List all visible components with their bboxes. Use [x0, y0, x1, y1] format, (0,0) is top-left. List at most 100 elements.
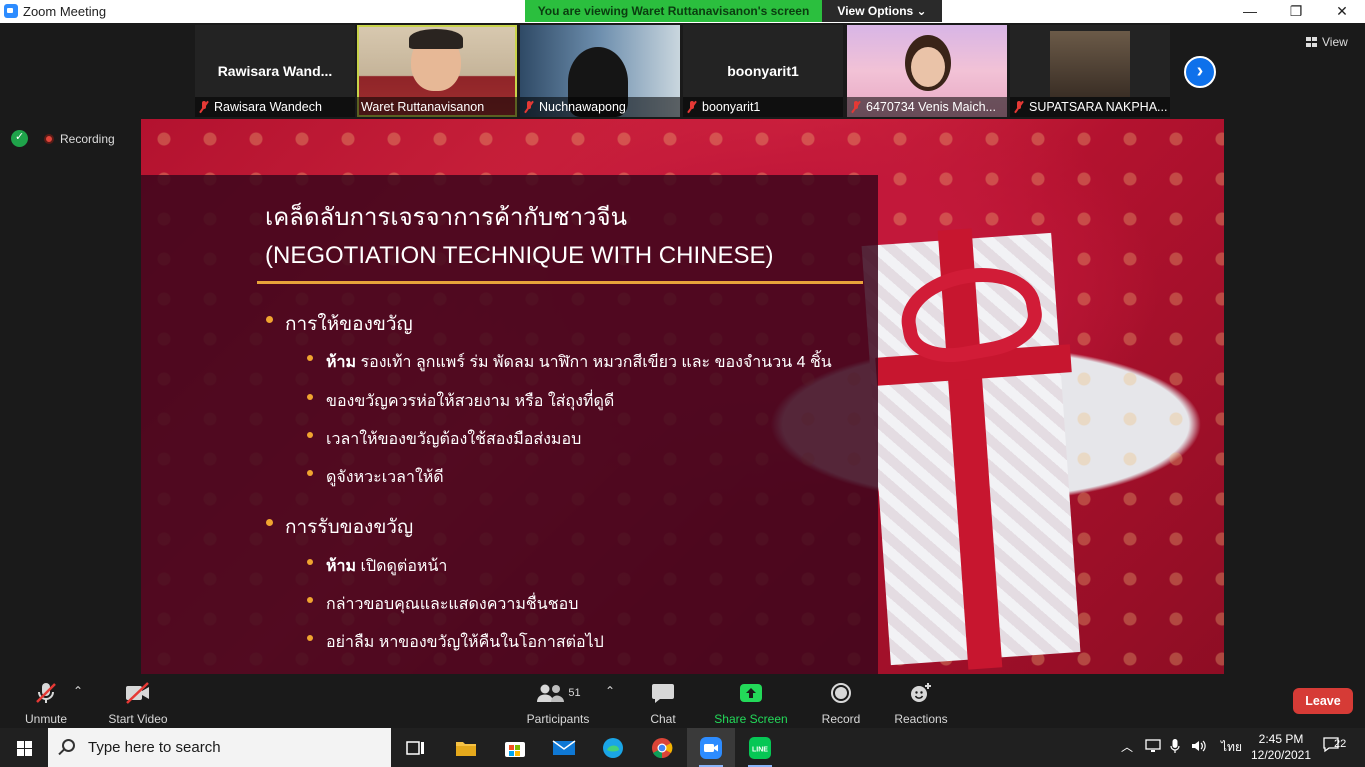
mic-muted-icon [851, 101, 861, 113]
share-screen-button[interactable]: Share Screen [713, 680, 789, 726]
participant-tile[interactable]: Nuchnawapong [520, 25, 680, 117]
volume-icon[interactable] [1191, 728, 1207, 767]
mic-muted-icon [687, 101, 697, 113]
audio-options-chevron-icon[interactable]: ⌃ [72, 684, 84, 698]
zoom-app-icon[interactable] [687, 728, 735, 767]
unmute-button[interactable]: Unmute [20, 680, 72, 726]
windows-start-icon[interactable] [0, 728, 48, 767]
next-page-arrow-icon[interactable]: › [1184, 56, 1216, 88]
participants-count: 51 [568, 687, 581, 699]
bullet-item-text: รองเท้า ลูกแพร์ ร่ม พัดลม นาฬิกา หมวกสีเ… [356, 354, 832, 371]
zoom-logo-icon [4, 4, 18, 18]
share-screen-icon [713, 680, 789, 706]
participant-avatar-image [1050, 31, 1130, 97]
mic-muted-icon [1014, 101, 1024, 113]
recording-dot-icon [44, 134, 54, 144]
smiley-plus-icon [893, 680, 949, 706]
mic-muted-icon [199, 101, 209, 113]
participant-tile-active[interactable]: Waret Ruttanavisanon [357, 25, 517, 117]
record-button[interactable]: Record [819, 680, 863, 726]
record-label: Record [821, 712, 861, 726]
shared-screen-slide: เคล็ดลับการเจรจาการค้ากับชาวจีน (NEGOTIA… [141, 119, 1224, 674]
reactions-label: Reactions [894, 712, 948, 726]
show-hidden-icons-chevron-icon[interactable]: ︿ [1121, 728, 1133, 767]
participant-name: 6470734 Venis Maich... [866, 100, 996, 114]
network-icon[interactable] [1145, 728, 1161, 767]
windows-taskbar: Type here to search LINE ︿ ไทย 2:45 PM 1… [0, 728, 1365, 767]
bullet-dot [307, 394, 313, 400]
grid-view-icon [1306, 37, 1317, 47]
bullet-dot [307, 470, 313, 476]
recording-label: Recording [60, 132, 115, 146]
record-icon [819, 680, 863, 706]
restore-button[interactable]: ❐ [1273, 0, 1319, 23]
recording-indicator[interactable]: Recording [44, 132, 115, 146]
meeting-stage: Rawisara Wand... Rawisara Wandech Waret … [0, 23, 1365, 674]
reactions-button[interactable]: Reactions [893, 680, 949, 726]
section-heading: การรับของขวัญ [285, 517, 414, 538]
participants-label: Participants [526, 712, 590, 726]
chat-button[interactable]: Chat [645, 680, 681, 726]
participants-options-chevron-icon[interactable]: ⌃ [604, 684, 616, 698]
chat-label: Chat [650, 712, 676, 726]
taskbar-search-input[interactable]: Type here to search [48, 728, 391, 767]
task-view-icon[interactable] [392, 728, 440, 767]
bullet-item-bold: ห้าม [326, 558, 357, 575]
bullet-dot [307, 635, 313, 641]
video-off-icon [107, 680, 169, 706]
participant-tile[interactable]: 6470734 Venis Maich... [847, 25, 1007, 117]
slide-title-english: (NEGOTIATION TECHNIQUE WITH CHINESE) [265, 242, 774, 269]
microphone-tray-icon[interactable] [1170, 728, 1180, 767]
mic-muted-icon [20, 680, 72, 706]
svg-text:LINE: LINE [752, 746, 768, 753]
participant-tile[interactable]: boonyarit1 boonyarit1 [683, 25, 843, 117]
bullet-item-bold: ห้าม [326, 354, 357, 371]
participant-display-name: boonyarit1 [727, 63, 799, 79]
view-label: View [1322, 35, 1348, 49]
system-clock[interactable]: 2:45 PM 12/20/2021 [1250, 731, 1312, 763]
participant-tile[interactable]: SUPATSARA NAKPHA... [1010, 25, 1170, 117]
input-language-indicator[interactable]: ไทย [1221, 728, 1242, 767]
clock-date: 12/20/2021 [1250, 748, 1312, 762]
microsoft-store-icon[interactable] [491, 728, 539, 767]
start-video-label: Start Video [108, 712, 168, 726]
bullet-item: อย่าลืม หาของขวัญให้คืนในโอกาสต่อไป [326, 634, 604, 651]
bullet-dot [307, 559, 313, 565]
line-app-icon[interactable]: LINE [736, 728, 784, 767]
bullet-item-text: เปิดดูต่อหน้า [356, 558, 448, 575]
participant-display-name: Rawisara Wand... [217, 63, 333, 79]
bullet-dot [266, 316, 273, 323]
participant-video-face [911, 47, 945, 87]
leave-meeting-button[interactable]: Leave [1293, 688, 1353, 714]
file-explorer-icon[interactable] [442, 728, 490, 767]
participants-button[interactable]: 51 Participants [525, 680, 591, 726]
participants-icon: 51 [525, 680, 591, 706]
participant-name: SUPATSARA NAKPHA... [1029, 100, 1168, 114]
clock-time: 2:45 PM [1258, 732, 1304, 746]
window-title: Zoom Meeting [23, 4, 107, 19]
minimize-button[interactable]: — [1227, 0, 1273, 23]
title-divider [257, 281, 863, 284]
search-placeholder: Type here to search [88, 739, 221, 756]
chrome-browser-icon[interactable] [638, 728, 686, 767]
bullet-dot [307, 432, 313, 438]
participant-tile[interactable]: Rawisara Wand... Rawisara Wandech [195, 25, 355, 117]
mail-icon[interactable] [540, 728, 588, 767]
chat-bubble-icon [645, 680, 681, 706]
start-video-button[interactable]: Start Video [107, 680, 169, 726]
encryption-shield-icon[interactable] [11, 130, 28, 147]
view-layout-button[interactable]: View [1306, 35, 1348, 49]
edge-browser-icon[interactable] [589, 728, 637, 767]
unmute-label: Unmute [24, 712, 68, 726]
slide-title: เคล็ดลับการเจรจาการค้ากับชาวจีน (NEGOTIA… [265, 199, 773, 275]
notification-center-icon[interactable]: 22 [1323, 728, 1347, 767]
close-button[interactable]: ✕ [1319, 0, 1365, 23]
search-icon [62, 739, 75, 752]
participant-name: Waret Ruttanavisanon [361, 100, 485, 114]
mic-muted-icon [524, 101, 534, 113]
notification-count: 22 [1334, 738, 1347, 750]
meeting-toolbar: Unmute ⌃ Start Video 51 Participants ⌃ C… [0, 674, 1365, 728]
bullet-item: ดูจังหวะเวลาให้ดี [326, 469, 444, 486]
view-options-button[interactable]: View Options ⌄ [822, 0, 942, 22]
participant-name: boonyarit1 [702, 100, 761, 114]
